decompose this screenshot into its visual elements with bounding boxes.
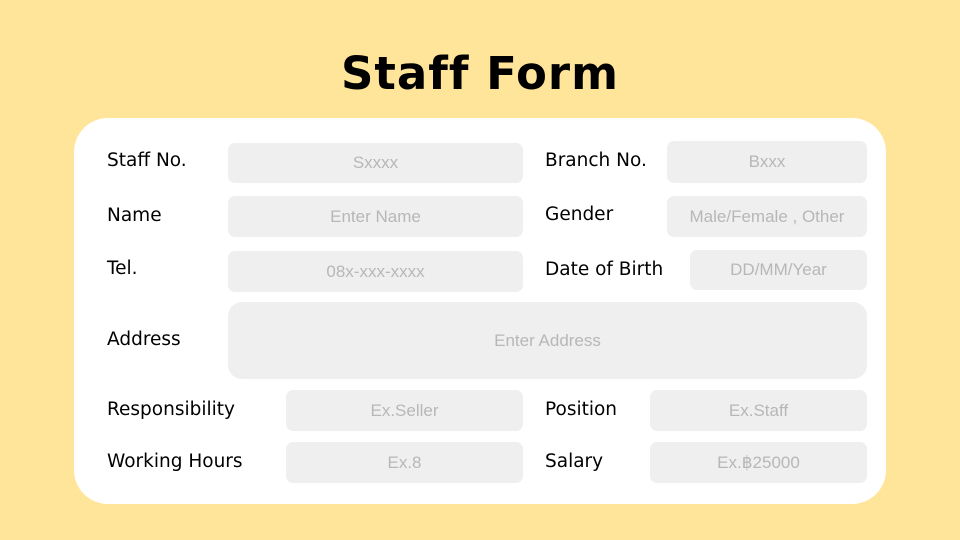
dob-label: Date of Birth — [545, 259, 664, 280]
salary-input[interactable] — [650, 442, 867, 483]
branch-no-label: Branch No. — [545, 150, 647, 171]
responsibility-input[interactable] — [286, 390, 523, 431]
position-input[interactable] — [650, 390, 867, 431]
name-input[interactable] — [228, 196, 523, 237]
page-title: Staff Form — [340, 47, 620, 100]
staff-no-input[interactable] — [228, 143, 523, 183]
working-hours-label: Working Hours — [107, 451, 243, 472]
dob-input[interactable] — [690, 250, 867, 290]
branch-no-input[interactable] — [667, 141, 867, 183]
tel-input[interactable] — [228, 251, 523, 292]
name-label: Name — [107, 205, 162, 226]
address-input[interactable] — [228, 302, 867, 379]
position-label: Position — [545, 399, 618, 420]
staff-no-label: Staff No. — [107, 150, 187, 171]
gender-input[interactable] — [667, 196, 867, 237]
address-label: Address — [107, 329, 181, 350]
responsibility-label: Responsibility — [107, 399, 235, 420]
working-hours-input[interactable] — [286, 442, 523, 483]
tel-label: Tel. — [107, 258, 138, 279]
salary-label: Salary — [545, 451, 604, 472]
gender-label: Gender — [545, 204, 614, 225]
